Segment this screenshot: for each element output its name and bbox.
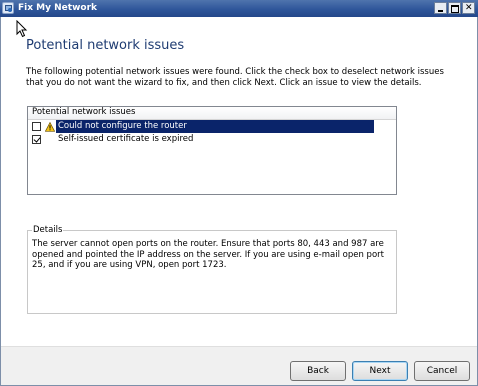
issue-checkbox-router[interactable] bbox=[32, 122, 41, 131]
issue-label[interactable]: Could not configure the router bbox=[56, 120, 374, 133]
issues-list[interactable]: Potential network issues Could not confi… bbox=[27, 106, 397, 195]
title-bar: Fix My Network bbox=[0, 0, 478, 17]
issue-label[interactable]: Self-issued certificate is expired bbox=[58, 133, 193, 146]
details-text: The server cannot open ports on the rout… bbox=[32, 239, 384, 270]
close-icon[interactable] bbox=[462, 2, 475, 14]
wizard-footer: Back Next Cancel bbox=[0, 346, 478, 386]
next-button[interactable]: Next bbox=[352, 361, 408, 381]
issue-row-certificate[interactable]: Self-issued certificate is expired bbox=[28, 133, 396, 146]
issue-checkbox-certificate[interactable] bbox=[32, 135, 41, 144]
details-group: Details The server cannot open ports on … bbox=[27, 225, 397, 314]
instructions-text: The following potential network issues w… bbox=[26, 67, 444, 88]
minimize-icon[interactable] bbox=[434, 2, 447, 14]
details-legend: Details bbox=[32, 225, 64, 235]
back-button[interactable]: Back bbox=[290, 361, 346, 381]
cancel-button[interactable]: Cancel bbox=[414, 361, 470, 381]
window-title: Fix My Network bbox=[18, 3, 97, 13]
issues-column-header[interactable]: Potential network issues bbox=[28, 107, 396, 120]
network-fix-icon bbox=[2, 2, 14, 14]
maximize-icon[interactable] bbox=[448, 2, 461, 14]
mouse-cursor-icon bbox=[16, 20, 28, 38]
issue-row-router[interactable]: Could not configure the router bbox=[28, 120, 396, 133]
page-title: Potential network issues bbox=[26, 38, 185, 53]
warning-icon bbox=[45, 122, 55, 132]
